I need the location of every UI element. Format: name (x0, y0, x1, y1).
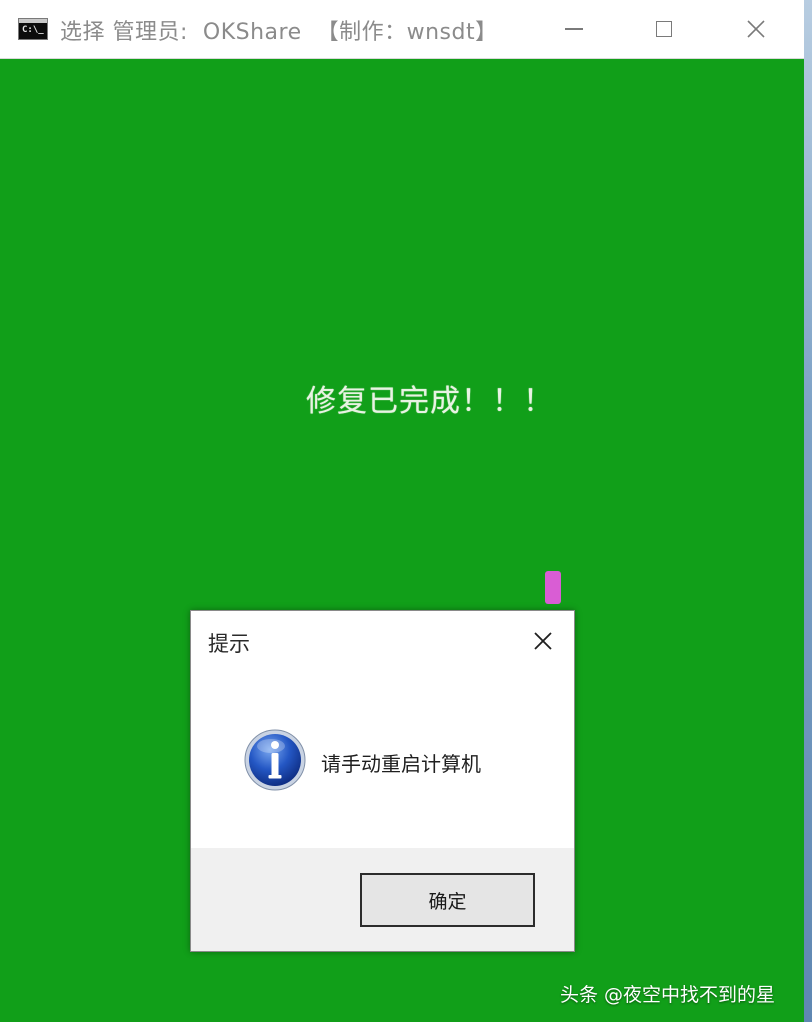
close-icon (534, 632, 552, 650)
dialog-close-button[interactable] (525, 623, 561, 659)
maximize-button[interactable] (634, 6, 694, 52)
window-title: 选择 管理员: OKShare 【制作：wnsdt】 (60, 20, 498, 45)
dialog-title: 提示 (208, 632, 250, 656)
cmd-icon: C:\_ (18, 18, 48, 40)
desktop-background-edge (804, 0, 812, 1022)
watermark: 头条 @夜空中找不到的星 (560, 984, 776, 1006)
message-dialog: 提示 请手动重启计算机 确定 (190, 610, 575, 952)
maximize-icon (656, 21, 672, 37)
ok-button[interactable]: 确定 (360, 873, 535, 927)
console-cursor (545, 571, 561, 604)
dialog-footer: 确定 (191, 848, 574, 951)
dialog-message: 请手动重启计算机 (321, 752, 481, 776)
close-icon (747, 20, 765, 38)
minimize-icon (565, 28, 583, 30)
repair-complete-message: 修复已完成！！！ (306, 384, 554, 419)
info-icon (243, 728, 307, 796)
console-window: C:\_ 选择 管理员: OKShare 【制作：wnsdt】 修复已完成！！！… (0, 0, 805, 1022)
window-titlebar[interactable]: C:\_ 选择 管理员: OKShare 【制作：wnsdt】 (0, 0, 804, 59)
minimize-button[interactable] (544, 6, 604, 52)
close-button[interactable] (726, 6, 786, 52)
